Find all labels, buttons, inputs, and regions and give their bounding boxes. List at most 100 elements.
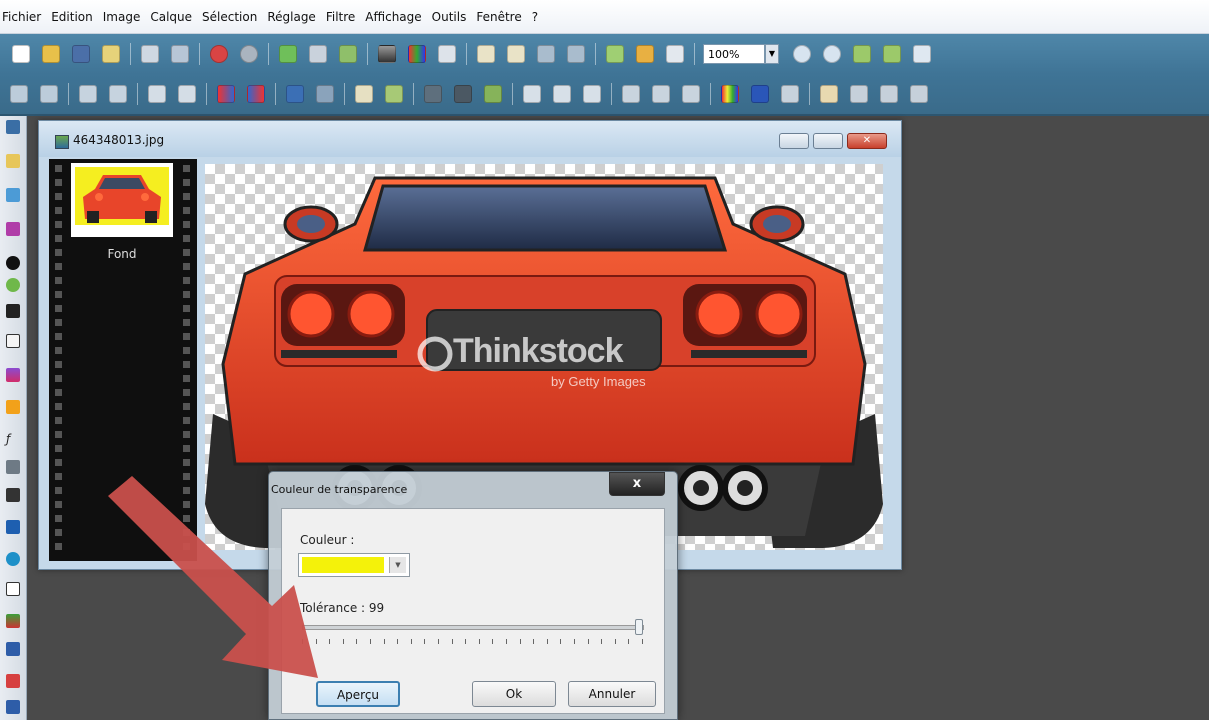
palette-icon[interactable] — [408, 45, 426, 63]
tolerance-slider[interactable] — [302, 625, 644, 630]
image-info-icon[interactable] — [438, 45, 456, 63]
crop-icon[interactable] — [537, 45, 555, 63]
dialog-close-button[interactable]: x — [609, 472, 665, 496]
zoom-input[interactable]: 100% — [703, 44, 765, 64]
sharpen-icon[interactable] — [553, 85, 571, 103]
actual-size-icon[interactable] — [883, 45, 901, 63]
menu-reglage[interactable]: Réglage — [267, 10, 316, 24]
sphere-tool-icon[interactable] — [6, 552, 20, 566]
paste-icon[interactable] — [339, 45, 357, 63]
chevron-down-icon[interactable]: ▼ — [389, 557, 406, 573]
film-tool-icon[interactable] — [6, 488, 20, 502]
layer-thumbnail[interactable] — [71, 163, 173, 237]
fit-window-icon[interactable] — [853, 45, 871, 63]
print-icon[interactable] — [141, 45, 159, 63]
rotate-left-icon[interactable] — [10, 85, 28, 103]
copy-icon[interactable] — [309, 45, 327, 63]
close-button[interactable]: ✕ — [847, 133, 887, 149]
print-preview-icon[interactable] — [171, 45, 189, 63]
zoom-out-icon[interactable] — [823, 45, 841, 63]
menu-selection[interactable]: Sélection — [202, 10, 257, 24]
menu-fenetre[interactable]: Fenêtre — [476, 10, 521, 24]
text-icon[interactable] — [567, 45, 585, 63]
camera-tool-icon[interactable] — [6, 256, 20, 270]
tolerance-slider-thumb[interactable] — [634, 619, 643, 635]
print-batch-icon[interactable] — [850, 85, 868, 103]
frame-tool-icon[interactable] — [6, 582, 20, 596]
redo-icon[interactable] — [240, 45, 258, 63]
sharpen-more-icon[interactable] — [583, 85, 601, 103]
mosaic-icon[interactable] — [424, 85, 442, 103]
canvas-size-icon[interactable] — [507, 45, 525, 63]
menu-image[interactable]: Image — [103, 10, 141, 24]
preview-button[interactable]: Aperçu — [316, 681, 400, 707]
levels-icon[interactable] — [286, 85, 304, 103]
color-balance-icon[interactable] — [721, 85, 739, 103]
zoom-in-icon[interactable] — [793, 45, 811, 63]
function-tool-icon[interactable]: ƒ — [6, 432, 20, 446]
crop-left-icon[interactable] — [148, 85, 166, 103]
calendar-tool-icon[interactable] — [6, 642, 20, 656]
menu-affichage[interactable]: Affichage — [365, 10, 421, 24]
contrast-icon[interactable] — [385, 85, 403, 103]
gradient-tool-icon[interactable] — [6, 368, 20, 382]
star-tool-icon[interactable] — [6, 304, 20, 318]
resize-icon[interactable] — [477, 45, 495, 63]
layer-icon[interactable] — [606, 45, 624, 63]
menu-help[interactable]: ? — [532, 10, 538, 24]
color-blue-icon[interactable] — [247, 85, 265, 103]
color-picker-button[interactable]: ▼ — [298, 553, 410, 577]
drop-more-icon[interactable] — [682, 85, 700, 103]
pyramid-tool-icon[interactable] — [6, 520, 20, 534]
undo-icon[interactable] — [210, 45, 228, 63]
menu-outils[interactable]: Outils — [432, 10, 467, 24]
grid-icon[interactable] — [484, 85, 502, 103]
monitor-icon[interactable] — [751, 85, 769, 103]
menu-edition[interactable]: Edition — [51, 10, 93, 24]
library-icon[interactable] — [820, 85, 838, 103]
print-tool-icon[interactable] — [6, 700, 20, 714]
note-tool-icon[interactable] — [6, 334, 20, 348]
lasso-tool-icon[interactable] — [6, 188, 20, 202]
drop-icon[interactable] — [652, 85, 670, 103]
open-folder-icon[interactable] — [42, 45, 60, 63]
rotate-right-icon[interactable] — [40, 85, 58, 103]
menu-filtre[interactable]: Filtre — [326, 10, 355, 24]
fill-tool-icon[interactable] — [6, 400, 20, 414]
minimize-button[interactable] — [779, 133, 809, 149]
blur-icon[interactable] — [523, 85, 541, 103]
cut-icon[interactable] — [279, 45, 297, 63]
flip-horizontal-icon[interactable] — [79, 85, 97, 103]
scanner-icon[interactable] — [880, 85, 898, 103]
save-as-icon[interactable] — [102, 45, 120, 63]
globe-tool-icon[interactable] — [6, 278, 20, 292]
image-window-titlebar[interactable]: 464348013.jpg ✕ — [39, 121, 901, 157]
ok-button[interactable]: Ok — [472, 681, 556, 707]
color-red-icon[interactable] — [217, 85, 235, 103]
effects-tool-icon[interactable] — [6, 460, 20, 474]
image-tool-icon[interactable] — [6, 614, 20, 628]
menu-calque[interactable]: Calque — [150, 10, 192, 24]
crop-right-icon[interactable] — [178, 85, 196, 103]
flip-vertical-icon[interactable] — [109, 85, 127, 103]
zoom-dropdown-arrow-icon[interactable]: ▼ — [765, 44, 779, 64]
document-icon[interactable] — [781, 85, 799, 103]
select-tool-icon[interactable] — [6, 120, 20, 134]
emboss-icon[interactable] — [622, 85, 640, 103]
shape-tool-icon[interactable] — [6, 222, 20, 236]
export-icon[interactable] — [910, 85, 928, 103]
brightness-icon[interactable] — [355, 85, 373, 103]
menu-fichier[interactable]: Fichier — [2, 10, 41, 24]
maximize-button[interactable] — [813, 133, 843, 149]
window-icon[interactable] — [666, 45, 684, 63]
save-icon[interactable] — [72, 45, 90, 63]
cancel-button[interactable]: Annuler — [568, 681, 656, 707]
move-tool-icon[interactable] — [6, 154, 20, 168]
new-file-icon[interactable] — [12, 45, 30, 63]
curves-icon[interactable] — [316, 85, 334, 103]
pixelate-icon[interactable] — [454, 85, 472, 103]
brush-tool-icon[interactable] — [6, 674, 20, 688]
fullscreen-icon[interactable] — [913, 45, 931, 63]
gradient-icon[interactable] — [378, 45, 396, 63]
effects-icon[interactable] — [636, 45, 654, 63]
